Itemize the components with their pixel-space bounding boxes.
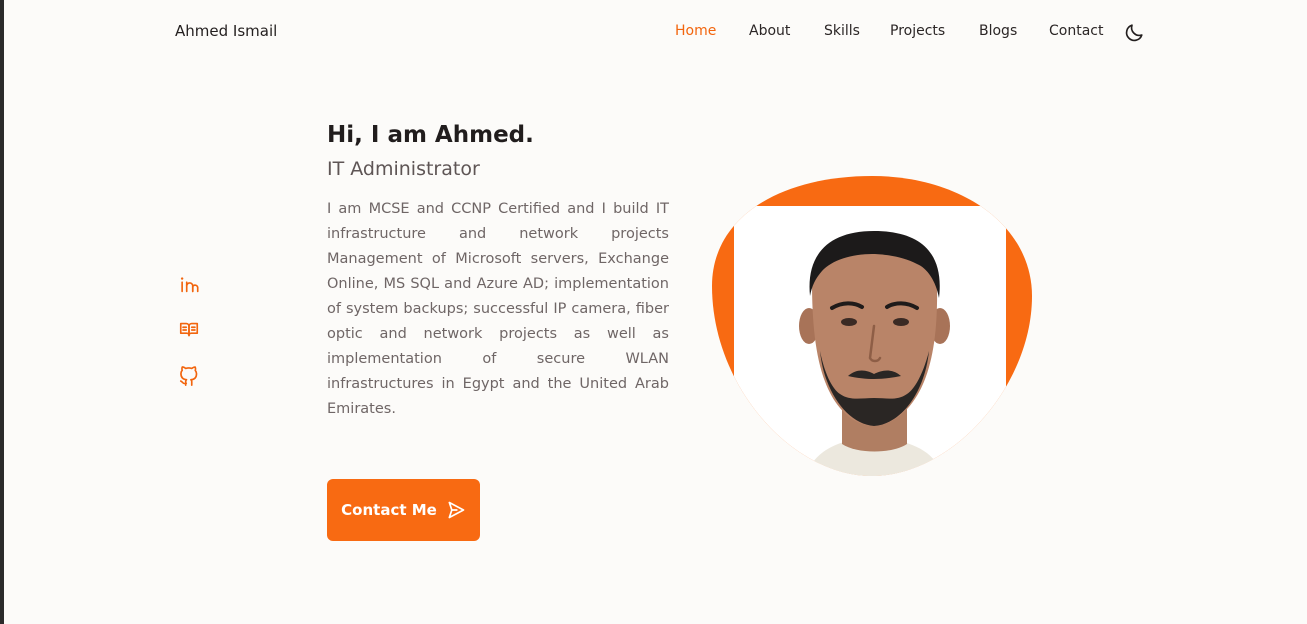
- nav-blogs[interactable]: Blogs: [979, 23, 1017, 39]
- nav-contact[interactable]: Contact: [1049, 23, 1103, 39]
- portfolio-page: Ahmed Ismail Home About Skills Projects …: [4, 0, 1307, 624]
- hero-subtitle: IT Administrator: [327, 158, 480, 180]
- github-icon[interactable]: [178, 365, 200, 387]
- site-logo[interactable]: Ahmed Ismail: [175, 22, 277, 40]
- nav-projects[interactable]: Projects: [890, 23, 945, 39]
- nav-skills[interactable]: Skills: [824, 23, 860, 39]
- send-icon: [446, 500, 466, 520]
- moon-icon[interactable]: [1123, 22, 1145, 44]
- book-icon[interactable]: [178, 319, 200, 341]
- hero-title: Hi, I am Ahmed.: [327, 122, 534, 148]
- contact-me-label: Contact Me: [341, 501, 437, 519]
- nav-home[interactable]: Home: [675, 23, 716, 39]
- contact-me-button[interactable]: Contact Me: [327, 479, 480, 541]
- hero-description: I am MCSE and CCNP Certified and I build…: [327, 201, 669, 417]
- linkedin-icon[interactable]: [178, 274, 200, 296]
- nav-about[interactable]: About: [749, 23, 790, 39]
- profile-photo: [712, 176, 1032, 476]
